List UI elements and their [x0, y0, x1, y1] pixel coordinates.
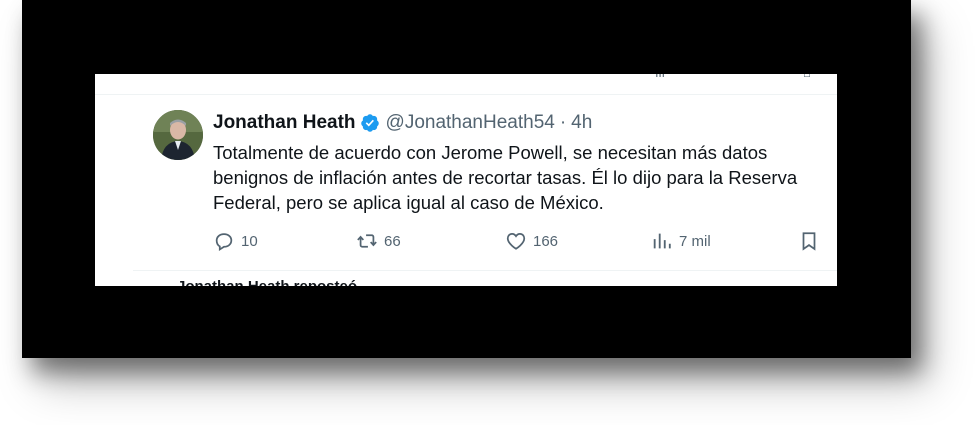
tweet-header: Jonathan Heath @JonathanHeath54 · 4h — [213, 112, 592, 134]
tweet-text-line: Totalmente de acuerdo con Jerome Powell,… — [213, 142, 768, 163]
avatar[interactable] — [153, 110, 203, 160]
heart-icon — [506, 232, 526, 250]
header-separator: · — [559, 112, 567, 133]
divider-bottom — [133, 270, 837, 271]
next-tweet-repost-label: Jonathan Heath reposteó — [177, 278, 357, 286]
views-icon — [653, 233, 671, 249]
author-name[interactable]: Jonathan Heath — [213, 112, 356, 134]
tweet-text-line: Federal, pero se aplica igual al caso de… — [213, 192, 604, 213]
retweet-count: 66 — [384, 232, 401, 250]
tweet-text: Totalmente de acuerdo con Jerome Powell,… — [213, 140, 823, 215]
tweet-timestamp[interactable]: 4h — [571, 112, 592, 134]
prev-views-icon: ılı — [655, 74, 665, 80]
reply-icon — [215, 233, 233, 252]
like-count: 166 — [533, 232, 559, 250]
verified-badge-icon — [360, 113, 380, 133]
tweet-actions: 10 66 166 7 mil — [213, 230, 823, 254]
avatar-image — [153, 110, 203, 160]
author-handle[interactable]: @JonathanHeath54 — [386, 112, 555, 134]
views-count: 7 mil — [679, 232, 711, 250]
tweet-card: ╰ ╰ ılı ⌂ Jonathan Heath @JonathanHeath5… — [95, 74, 837, 286]
retweet-button[interactable]: 66 — [356, 230, 401, 252]
prev-reply-icon: ╰ — [223, 74, 231, 80]
prev-like-icon: ╰ — [513, 74, 521, 80]
prev-bookmark-icon: ⌂ — [803, 74, 811, 80]
views-button[interactable]: 7 mil — [651, 230, 711, 252]
reply-button[interactable]: 10 — [213, 230, 258, 252]
bookmark-button[interactable] — [798, 230, 826, 252]
like-button[interactable]: 166 — [505, 230, 558, 252]
bookmark-icon — [802, 232, 816, 251]
reply-count: 10 — [241, 232, 258, 250]
tweet-text-line: benignos de inflación antes de recortar … — [213, 167, 798, 188]
divider-top — [95, 94, 837, 95]
retweet-icon — [357, 234, 377, 248]
